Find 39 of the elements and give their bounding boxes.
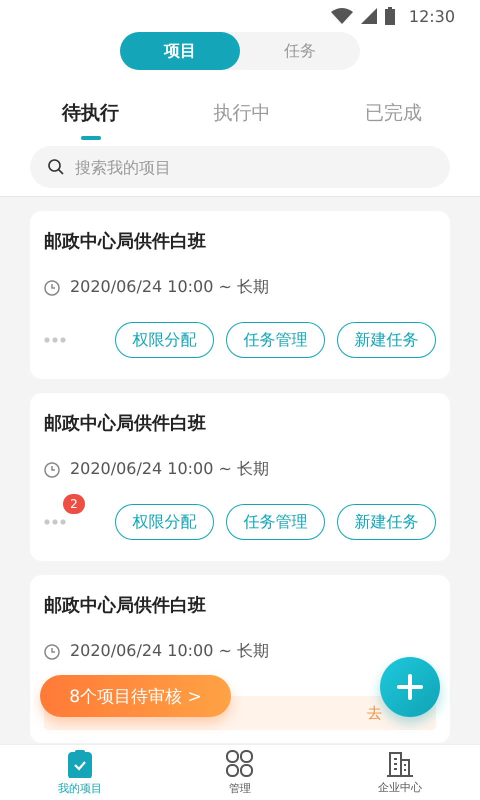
action-button[interactable]: 任务管理 [226, 322, 325, 358]
action-button[interactable]: 新建任务 [336, 504, 436, 540]
project-title: 邮政中心局供件白班 [44, 230, 207, 253]
signal-icon [360, 8, 377, 24]
action-button[interactable]: 新建任务 [336, 322, 436, 358]
action-button[interactable]: 权限分配 [114, 504, 214, 540]
status-tab[interactable]: 执行中 [214, 88, 270, 132]
plus-icon [397, 674, 423, 700]
building-icon [386, 750, 414, 776]
search-field[interactable]: 搜索我的项目 [30, 146, 450, 188]
battery-icon [384, 7, 395, 25]
nav-item[interactable]: 企业中心 [320, 745, 480, 800]
project-time: 2020/06/24 10:00 ~ 长期 [70, 277, 269, 298]
wifi-icon [330, 8, 353, 24]
more-icon[interactable] [44, 337, 66, 343]
segment-tab[interactable]: 项目 [120, 32, 240, 70]
action-button[interactable]: 权限分配 [114, 322, 214, 358]
notification-badge: 2 [63, 494, 85, 514]
status-tab[interactable]: 待执行 [62, 88, 119, 132]
grid-icon [226, 750, 254, 778]
project-title: 邮政中心局供件白班 [44, 594, 207, 617]
review-link[interactable]: 去 [367, 704, 382, 722]
more-icon[interactable] [44, 519, 66, 525]
clock-icon [44, 280, 60, 296]
action-button[interactable]: 任务管理 [226, 504, 325, 540]
status-tab[interactable]: 已完成 [365, 88, 422, 132]
search-icon [48, 159, 64, 175]
project-title: 邮政中心局供件白班 [44, 412, 207, 435]
project-time: 2020/06/24 10:00 ~ 长期 [70, 641, 269, 662]
clock-icon [44, 644, 60, 660]
tab-indicator [80, 136, 100, 140]
nav-item[interactable]: 我的项目 [0, 745, 160, 800]
segment-tab[interactable]: 任务 [240, 32, 360, 70]
clock-icon [44, 462, 60, 478]
pending-review-button[interactable]: 8个项目待审核 > [40, 675, 231, 717]
project-time: 2020/06/24 10:00 ~ 长期 [70, 459, 269, 480]
status-time: 12:30 [408, 6, 455, 26]
clipboard-check-icon [68, 750, 92, 778]
nav-item[interactable]: 管理 [160, 745, 320, 800]
